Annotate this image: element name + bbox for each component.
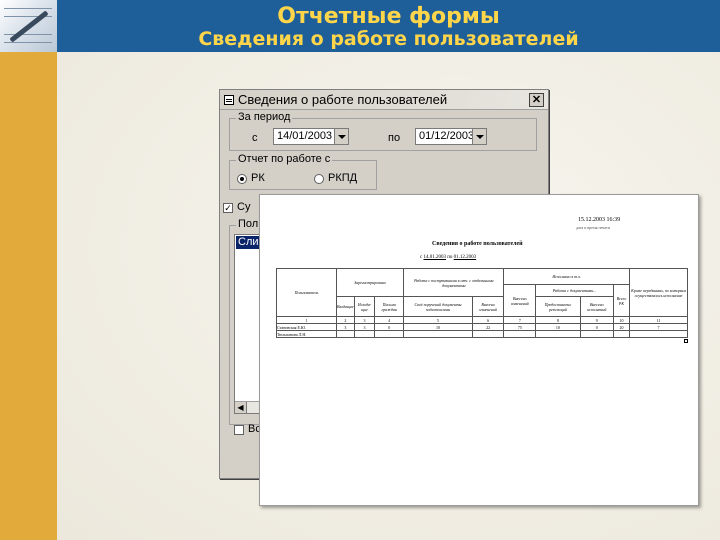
slide-title: Отчетные формы (277, 4, 500, 29)
slide-subtitle: Сведения о работе пользователей (198, 28, 579, 50)
summary-checkbox-label: Су (237, 201, 251, 213)
to-date-combo[interactable]: 01/12/2003 (415, 128, 487, 145)
header-sent: Работа с поступившими в отч. с отдельным… (403, 268, 505, 297)
report-type-group-label: Отчет по работе с (236, 153, 333, 165)
resize-handle[interactable] (684, 339, 688, 343)
col-num: 6 (471, 316, 505, 324)
table-row: Становская Е.Ю. 3 3 0 10 22 75 10 0 20 7 (276, 323, 688, 331)
period-mid: по (447, 255, 453, 260)
report-period: с 14.01.2003 по 01.12.2003 (420, 255, 476, 260)
pen-and-paper-image (0, 0, 57, 52)
row-value: 3 (336, 323, 355, 331)
chevron-down-icon[interactable] (472, 129, 486, 144)
row-value: 10 (403, 323, 473, 331)
header-outgoing: Исходя-щие (353, 296, 376, 317)
row-value: 3 (353, 323, 376, 331)
header-executions: Внесено исполнений (579, 296, 614, 317)
from-label: с (252, 132, 258, 144)
window-menu-icon[interactable] (224, 95, 234, 105)
col-num: 9 (579, 316, 614, 324)
col-num: 4 (374, 316, 405, 324)
row-user: Становская Е.Ю. (276, 323, 337, 331)
from-date-value: 14/01/2003 (277, 130, 333, 142)
row-value: 10 (535, 323, 581, 331)
dialog-titlebar[interactable]: Сведения о работе пользователей ✕ (220, 90, 548, 110)
left-accent-strip (0, 0, 57, 540)
header-users: Пользователь (276, 268, 337, 317)
row-value: 0 (374, 323, 405, 331)
summary-checkbox[interactable]: ✓ (223, 203, 233, 213)
from-date-combo[interactable]: 14/01/2003 (273, 128, 349, 145)
header-incoming: Входящие (336, 296, 355, 317)
row-value: 20 (612, 323, 631, 331)
row-value: 0 (579, 323, 614, 331)
chevron-down-icon[interactable] (334, 129, 348, 144)
header-work-group: Работа с документами... (535, 284, 614, 297)
period-from: 14.01.2003 (423, 255, 446, 260)
col-num: 7 (503, 316, 537, 324)
header-other: Кроме переданных, по которым осуществлял… (629, 268, 688, 317)
period-group-label: За период (236, 111, 293, 123)
radio-rkpd[interactable] (314, 174, 324, 184)
col-num: 8 (535, 316, 581, 324)
radio-rkpd-label: РКПД (328, 172, 358, 184)
table-row: Тюльпанова Л.Н. (276, 330, 688, 338)
report-print-date-caption: дата и время печати (576, 225, 610, 230)
close-button[interactable]: ✕ (529, 93, 544, 107)
report-title: Сведения о работе пользователей (432, 241, 523, 247)
all-users-checkbox[interactable] (234, 425, 244, 435)
report-table: Пользователь Зарегистрировано Работа с п… (276, 268, 688, 338)
report-preview-page: 15.12.2003 16:39 дата и время печати Све… (259, 194, 699, 506)
header-sent-prepared: Своё поручений документы подготовлены (403, 296, 473, 317)
period-to: 01.12.2003 (453, 255, 477, 260)
radio-rk[interactable] (237, 174, 247, 184)
dialog-title: Сведения о работе пользователей (238, 92, 448, 107)
column-number-row: 1 2 3 4 5 6 7 8 9 10 11 (276, 316, 688, 324)
header-registered: Зарегистрировано (335, 268, 405, 297)
report-print-date: 15.12.2003 16:39 (578, 217, 621, 223)
header-executed: Исполнено в т.ч. (503, 268, 630, 285)
header-exec-rf: Всего РК (612, 284, 631, 317)
header-entered: Внесено изменений (503, 284, 537, 317)
col-num: 11 (629, 316, 688, 324)
header-sent-changes: Внесено изменений (471, 296, 505, 317)
radio-rk-label: РК (251, 172, 265, 184)
header-resolutions: Предоставлено резолюций (535, 296, 581, 317)
row-value: 75 (503, 323, 537, 331)
col-num: 2 (336, 316, 355, 324)
row-user: Тюльпанова Л.Н. (276, 330, 337, 338)
to-label: по (388, 132, 401, 144)
period-prefix: с (420, 255, 423, 260)
col-num: 5 (403, 316, 473, 324)
to-date-value: 01/12/2003 (419, 130, 475, 142)
header-letters: Письма граждан (374, 296, 405, 317)
row-value: 22 (471, 323, 505, 331)
scroll-left-icon[interactable]: ◀ (235, 402, 247, 413)
col-num: 3 (353, 316, 376, 324)
col-num: 10 (612, 316, 631, 324)
col-num: 1 (276, 316, 337, 324)
row-value: 7 (629, 323, 688, 331)
